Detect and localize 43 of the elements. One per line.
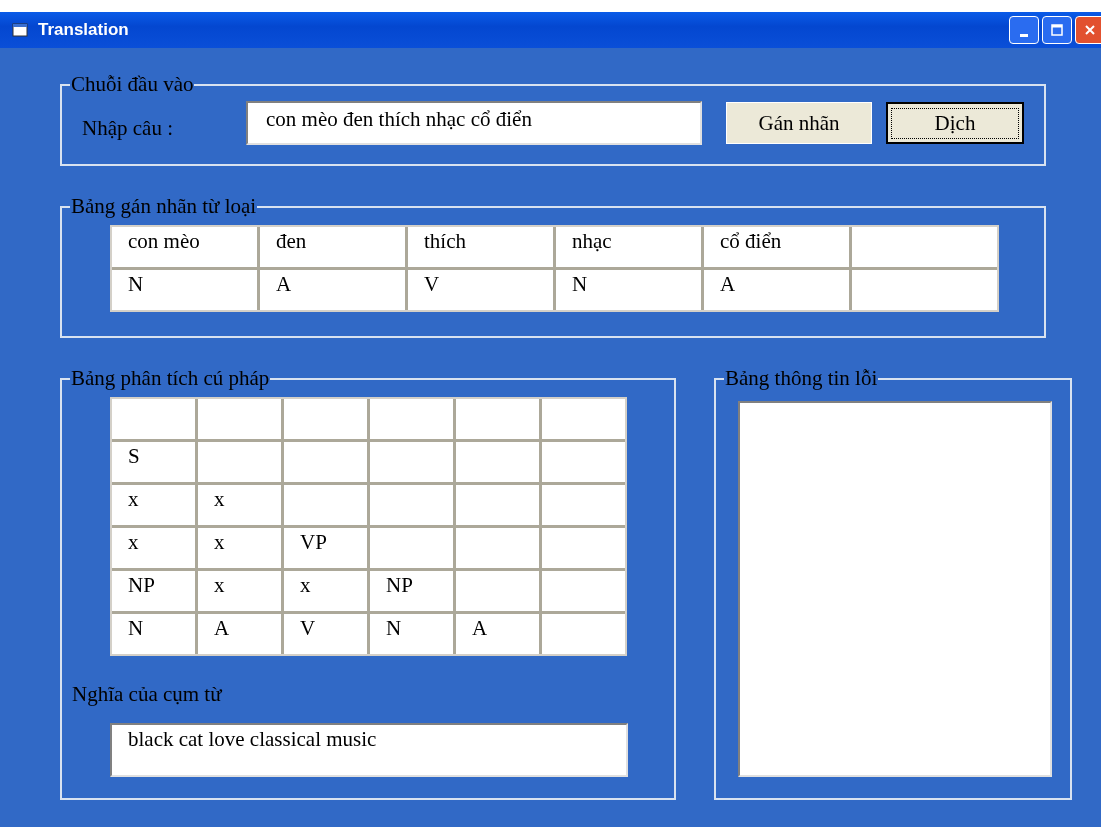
table-cell: V [408,270,553,310]
table-cell: A [704,270,849,310]
field-label: Nhập câu : [82,115,174,141]
meaning-label: Nghĩa của cụm từ [72,682,223,707]
window-title: Translation [38,20,129,40]
table-cell: x [112,528,195,568]
table-cell: A [198,614,281,654]
table-cell: NP [370,571,453,611]
table-cell: N [112,270,257,310]
maximize-icon [1051,24,1063,36]
group-title: Bảng thông tin lỗi [724,368,879,389]
close-icon [1084,24,1096,36]
table-cell: A [260,270,405,310]
table-cell: con mèo [112,227,257,267]
window-app-icon [12,23,28,37]
table-cell: đen [260,227,405,267]
close-button[interactable] [1075,16,1101,44]
tag-button[interactable]: Gán nhãn [726,102,872,144]
table-cell: N [112,614,195,654]
group-title: Bảng phân tích cú pháp [70,368,271,389]
table-cell: x [198,485,281,525]
translate-button[interactable]: Dịch [886,102,1024,144]
table-cell: VP [284,528,367,568]
maximize-button[interactable] [1042,16,1072,44]
table-cell: x [198,528,281,568]
table-cell: V [284,614,367,654]
table-cell: nhạc [556,227,701,267]
table-cell: N [370,614,453,654]
table-cell: S [112,442,195,482]
table-cell: x [284,571,367,611]
group-title: Chuỗi đầu vào [70,74,195,95]
minimize-button[interactable] [1009,16,1039,44]
group-title: Bảng gán nhãn từ loại [70,196,258,217]
minimize-icon [1020,33,1028,37]
table-cell: N [556,270,701,310]
table-cell: A [456,614,539,654]
table-cell: x [198,571,281,611]
table-cell: cổ điển [704,227,849,267]
meaning-output-field: black cat love classical music [110,723,628,777]
table-cell: thích [408,227,553,267]
table-cell: x [112,485,195,525]
table-cell: NP [112,571,195,611]
sentence-input-field[interactable]: con mèo đen thích nhạc cổ điển [246,101,702,145]
